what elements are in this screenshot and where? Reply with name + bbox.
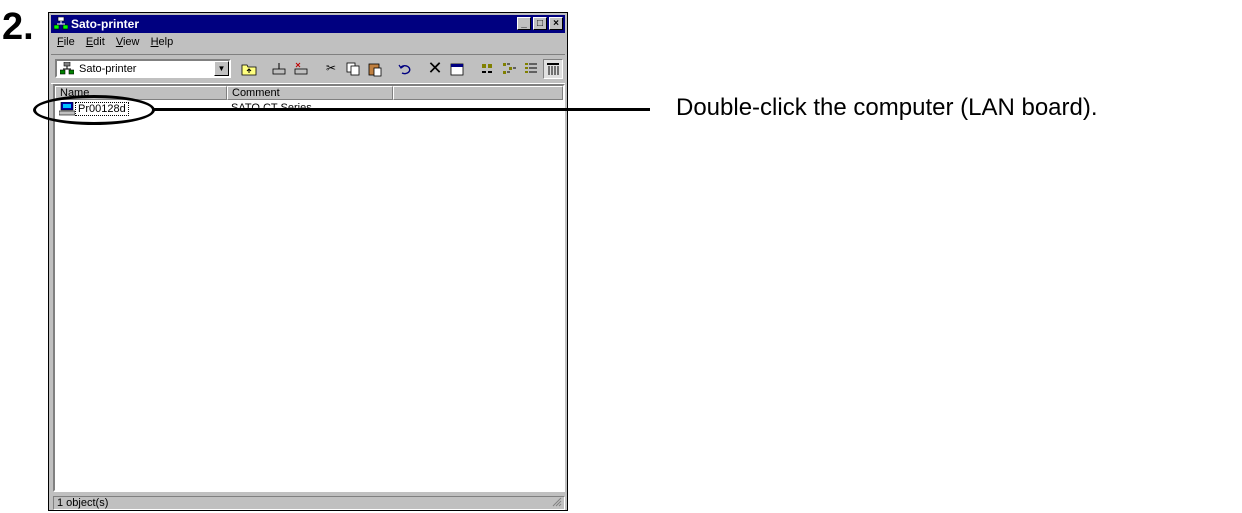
menu-bar: File Edit View Help <box>51 34 565 52</box>
details-view-button[interactable] <box>543 59 563 79</box>
column-header-comment[interactable]: Comment <box>227 86 393 100</box>
address-value: Sato-printer <box>79 63 137 75</box>
menu-edit-rest: dit <box>93 36 105 48</box>
callout-text: Double-click the computer (LAN board). <box>676 94 1098 121</box>
paste-icon <box>368 63 382 77</box>
network-icon <box>54 17 68 30</box>
close-button[interactable]: × <box>549 17 563 30</box>
explorer-window: Sato-printer _ □ × File Edit View Help S… <box>48 12 568 511</box>
menu-help[interactable]: Help <box>151 36 174 48</box>
menu-file[interactable]: File <box>57 36 75 48</box>
menu-edit[interactable]: Edit <box>86 36 105 48</box>
large-icons-button[interactable] <box>477 59 497 79</box>
map-drive-button[interactable] <box>269 59 289 79</box>
menu-view[interactable]: View <box>116 36 140 48</box>
step-number: 2. <box>2 6 34 48</box>
file-list[interactable]: Name Comment Pr00128d SATO CT Series <box>53 84 565 492</box>
resize-grip-icon[interactable] <box>550 495 562 507</box>
callout-ellipse <box>33 95 155 125</box>
up-folder-icon <box>241 64 257 76</box>
window-title: Sato-printer <box>71 17 140 31</box>
delete-button[interactable]: ✕ <box>425 59 445 79</box>
copy-button[interactable] <box>343 59 363 79</box>
disconnect-drive-button[interactable] <box>291 59 311 79</box>
menu-help-rest: elp <box>158 36 174 48</box>
properties-icon <box>450 63 464 76</box>
callout-line <box>153 108 650 111</box>
cut-icon: ✂ <box>325 61 337 75</box>
list-view-icon <box>525 63 537 73</box>
undo-button[interactable] <box>395 59 415 79</box>
large-icons-icon <box>482 64 492 73</box>
small-icons-button[interactable] <box>499 59 519 79</box>
toolbar: Sato-printer ▼ ✂ ✕ <box>51 54 565 84</box>
cut-button[interactable]: ✂ <box>321 59 341 79</box>
map-drive-icon <box>272 63 286 75</box>
undo-icon <box>398 64 411 75</box>
address-combo[interactable]: Sato-printer ▼ <box>55 59 231 78</box>
list-view-button[interactable] <box>521 59 541 79</box>
copy-icon <box>346 62 360 76</box>
disconnect-drive-icon <box>294 62 308 75</box>
maximize-button[interactable]: □ <box>533 17 547 30</box>
paste-button[interactable] <box>365 59 385 79</box>
chevron-down-icon[interactable]: ▼ <box>214 61 229 76</box>
minimize-button[interactable]: _ <box>517 17 531 30</box>
status-bar: 1 object(s) <box>53 496 565 510</box>
menu-file-rest: ile <box>63 36 75 48</box>
details-view-icon <box>547 63 559 75</box>
properties-button[interactable] <box>447 59 467 79</box>
small-icons-icon <box>503 63 516 74</box>
network-icon <box>60 62 74 75</box>
delete-icon: ✕ <box>427 58 443 78</box>
status-text: 1 object(s) <box>57 497 109 509</box>
title-bar[interactable]: Sato-printer _ □ × <box>51 15 565 33</box>
up-folder-button[interactable] <box>239 59 259 79</box>
menu-view-rest: iew <box>122 36 140 48</box>
column-header-empty <box>393 86 563 100</box>
